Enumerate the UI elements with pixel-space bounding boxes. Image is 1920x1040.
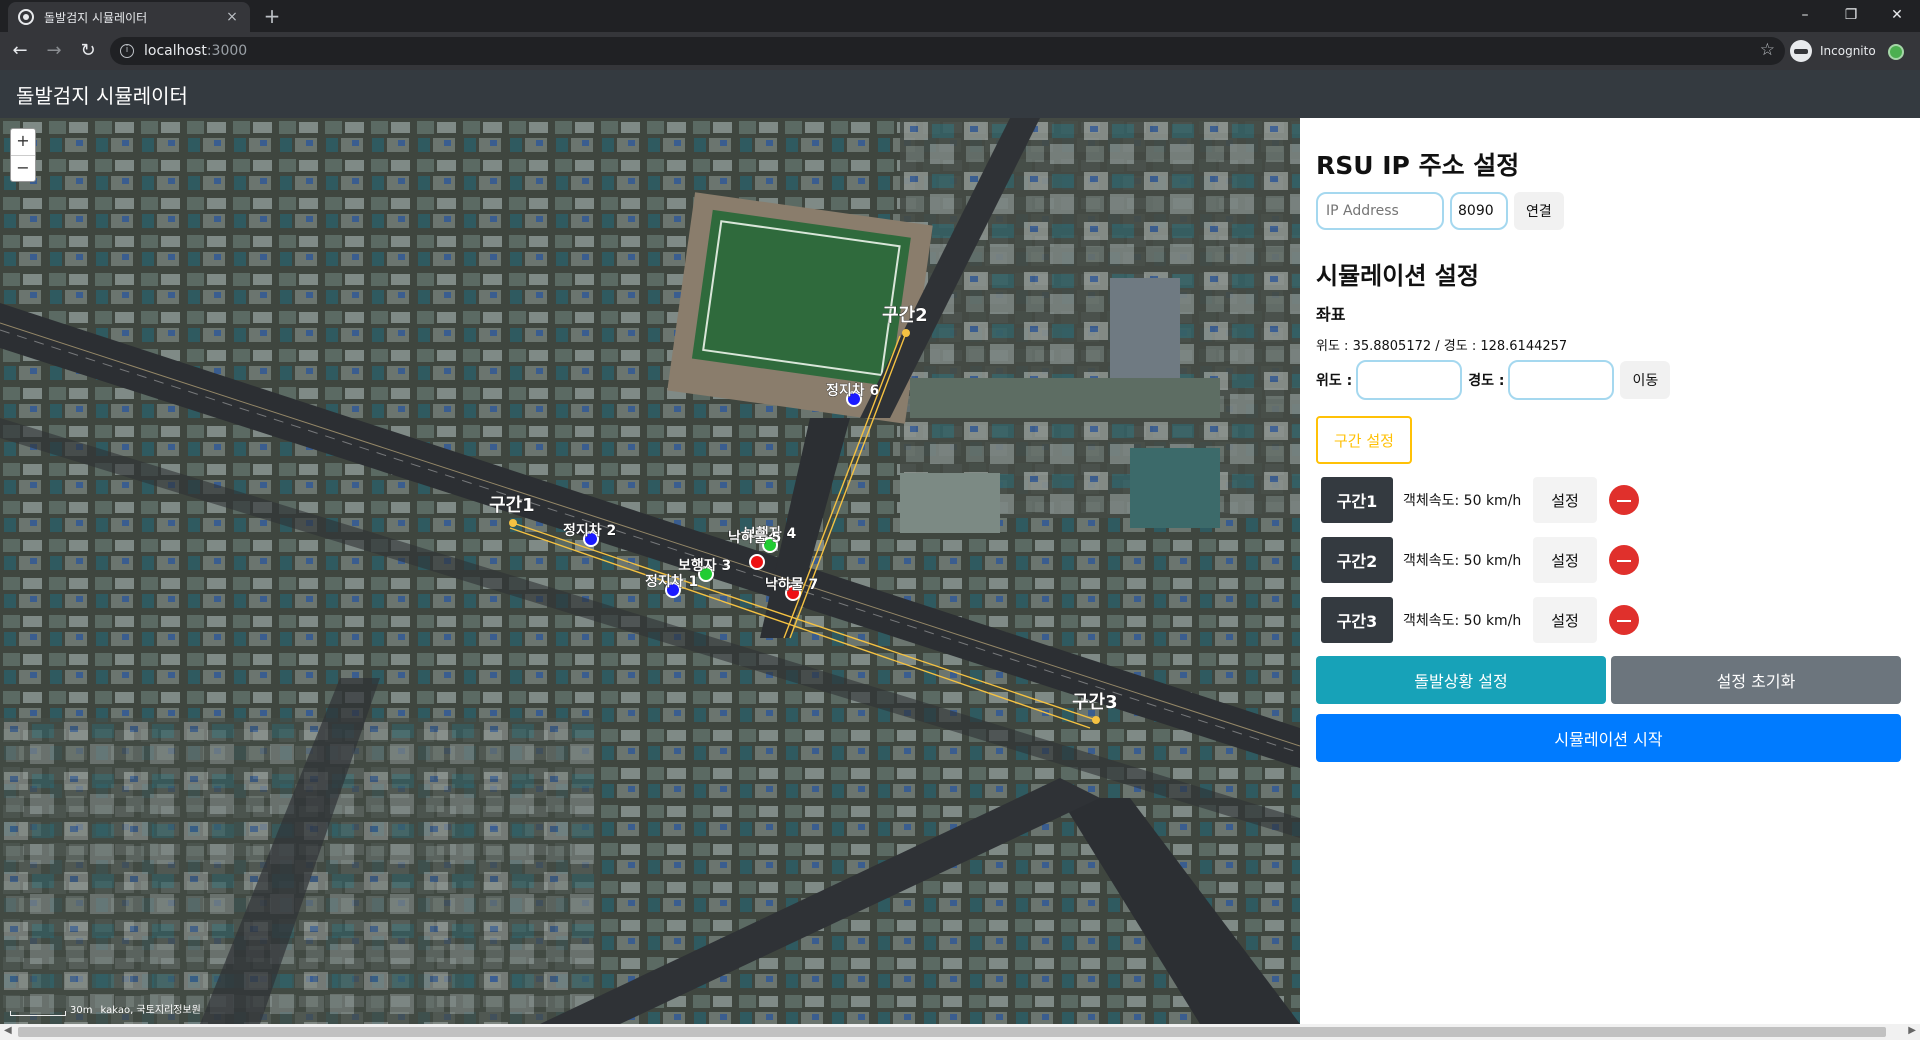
url-host: localhost bbox=[144, 43, 207, 59]
segment-settings-button[interactable]: 설정 bbox=[1533, 537, 1597, 583]
longitude-input[interactable] bbox=[1508, 360, 1615, 400]
address-bar[interactable]: i localhost:3000 ☆ bbox=[110, 37, 1785, 65]
browser-toolbar: ← → ↻ i localhost:3000 ☆ Incognito bbox=[0, 32, 1920, 70]
control-panel: RSU IP 주소 설정 연결 시뮬레이션 설정 좌표 위도 : 35.8805… bbox=[1300, 118, 1920, 1024]
reset-settings-button[interactable]: 설정 초기화 bbox=[1611, 656, 1901, 704]
coordinates-heading: 좌표 bbox=[1316, 305, 1346, 324]
falling-marker[interactable] bbox=[749, 554, 765, 570]
browser-tab[interactable]: 돌발검지 시뮬레이터 × bbox=[8, 2, 250, 32]
browser-tab-strip: 돌발검지 시뮬레이터 × + – ❐ ✕ bbox=[0, 0, 1920, 32]
incognito-icon bbox=[1790, 40, 1812, 62]
tab-title: 돌발검지 시뮬레이터 bbox=[44, 10, 148, 25]
scale-label: 30m bbox=[70, 1005, 93, 1016]
segment-speed: 객체속도: 50 km/h bbox=[1403, 493, 1522, 509]
bookmark-star-icon[interactable]: ☆ bbox=[1760, 40, 1775, 60]
segment-name[interactable]: 구간2 bbox=[1321, 537, 1393, 583]
latitude-label: 위도 : bbox=[1316, 373, 1353, 389]
latitude-input[interactable] bbox=[1356, 360, 1463, 400]
remove-segment-icon[interactable] bbox=[1609, 485, 1639, 515]
marker-label: 낙하물 5 bbox=[728, 529, 781, 546]
segment-settings-button[interactable]: 설정 bbox=[1533, 597, 1597, 643]
simulation-heading: 시뮬레이션 설정 bbox=[1316, 262, 1479, 290]
minimize-icon[interactable]: – bbox=[1782, 0, 1828, 32]
map-copyright: kakao, 국토지리정보원 bbox=[100, 1005, 201, 1016]
restore-icon[interactable]: ❐ bbox=[1828, 0, 1874, 32]
back-icon[interactable]: ← bbox=[6, 37, 34, 65]
app-brand[interactable]: 돌발검지 시뮬레이터 bbox=[16, 80, 188, 109]
segment-row: 구간2 객체속도: 50 km/h 설정 bbox=[1316, 536, 1920, 584]
coordinates-readout: 위도 : 35.8805172 / 경도 : 128.6144257 bbox=[1316, 339, 1568, 354]
zoom-in-button[interactable]: + bbox=[11, 129, 35, 155]
scroll-right-icon[interactable]: ▶ bbox=[1908, 1025, 1916, 1036]
zoom-control: + − bbox=[10, 128, 36, 182]
rsu-form: 연결 bbox=[1316, 192, 1920, 230]
segment-row: 구간3 객체속도: 50 km/h 설정 bbox=[1316, 596, 1920, 644]
horizontal-scrollbar[interactable]: ◀ ▶ bbox=[0, 1024, 1920, 1040]
map-canvas: 구간1구간2구간3 정지차 1정지차 2보행자 3보행자 4낙하물 5정지차 6… bbox=[0, 118, 1300, 1024]
scroll-left-icon[interactable]: ◀ bbox=[4, 1025, 12, 1036]
coordinate-form: 위도 : 경도 : 이동 bbox=[1316, 360, 1920, 400]
map-scale: 30m kakao, 국토지리정보원 bbox=[10, 1001, 201, 1016]
start-simulation-button[interactable]: 시뮬레이션 시작 bbox=[1316, 714, 1901, 762]
remove-segment-icon[interactable] bbox=[1609, 605, 1639, 635]
zoom-out-button[interactable]: − bbox=[11, 155, 35, 181]
segment-point[interactable] bbox=[509, 519, 517, 527]
incognito-label: Incognito bbox=[1820, 44, 1876, 58]
move-button[interactable]: 이동 bbox=[1620, 361, 1671, 399]
longitude-label: 경도 : bbox=[1468, 373, 1505, 389]
scale-line bbox=[10, 1011, 66, 1016]
ip-address-input[interactable] bbox=[1316, 192, 1444, 230]
segment-label: 구간2 bbox=[882, 305, 928, 326]
info-icon[interactable]: i bbox=[120, 44, 134, 58]
extension-icon[interactable] bbox=[1888, 44, 1904, 60]
marker-label: 정지차 2 bbox=[563, 522, 616, 539]
action-row: 돌발상황 설정 설정 초기화 bbox=[1316, 656, 1920, 704]
segment-point[interactable] bbox=[902, 329, 910, 337]
marker-label: 보행자 3 bbox=[678, 558, 731, 574]
segment-name[interactable]: 구간3 bbox=[1321, 597, 1393, 643]
forward-icon[interactable]: → bbox=[40, 37, 68, 65]
scrollbar-thumb[interactable] bbox=[18, 1027, 1886, 1037]
rsu-heading: RSU IP 주소 설정 bbox=[1316, 151, 1520, 180]
segment-speed: 객체속도: 50 km/h bbox=[1403, 553, 1522, 569]
segment-name[interactable]: 구간1 bbox=[1321, 477, 1393, 523]
incident-setup-button[interactable]: 돌발상황 설정 bbox=[1316, 656, 1606, 704]
segment-list: 구간1 객체속도: 50 km/h 설정 구간2 객체속도: 50 km/h 설… bbox=[1316, 476, 1920, 644]
remove-segment-icon[interactable] bbox=[1609, 545, 1639, 575]
url-port: :3000 bbox=[206, 43, 248, 59]
segment-label: 구간1 bbox=[489, 495, 535, 516]
globe-icon bbox=[18, 9, 34, 25]
incognito-indicator[interactable]: Incognito bbox=[1790, 39, 1876, 63]
segment-row: 구간1 객체속도: 50 km/h 설정 bbox=[1316, 476, 1920, 524]
reload-icon[interactable]: ↻ bbox=[74, 37, 102, 65]
app-navbar: 돌발검지 시뮬레이터 bbox=[0, 70, 1920, 118]
segment-settings-button[interactable]: 설정 bbox=[1533, 477, 1597, 523]
segment-speed: 객체속도: 50 km/h bbox=[1403, 613, 1522, 629]
segment-label: 구간3 bbox=[1072, 692, 1118, 713]
connect-button[interactable]: 연결 bbox=[1514, 192, 1564, 230]
marker-label: 정지차 6 bbox=[826, 382, 879, 399]
satellite-map[interactable]: 구간1 구간2 구간3 정지차 1 정지차 2 보행자 3 보행자 4 낙하물 5 정지차 6… bbox=[0, 118, 1300, 1024]
new-tab-button[interactable]: + bbox=[260, 4, 284, 28]
port-input[interactable] bbox=[1450, 192, 1508, 230]
tab-close-icon[interactable]: × bbox=[224, 9, 240, 25]
marker-label: 낙하물 7 bbox=[765, 576, 818, 593]
marker-label: 정지차 1 bbox=[645, 573, 698, 590]
segment-setup-button[interactable]: 구간 설정 bbox=[1316, 416, 1412, 464]
close-window-icon[interactable]: ✕ bbox=[1874, 0, 1920, 32]
segment-point[interactable] bbox=[1092, 716, 1100, 724]
